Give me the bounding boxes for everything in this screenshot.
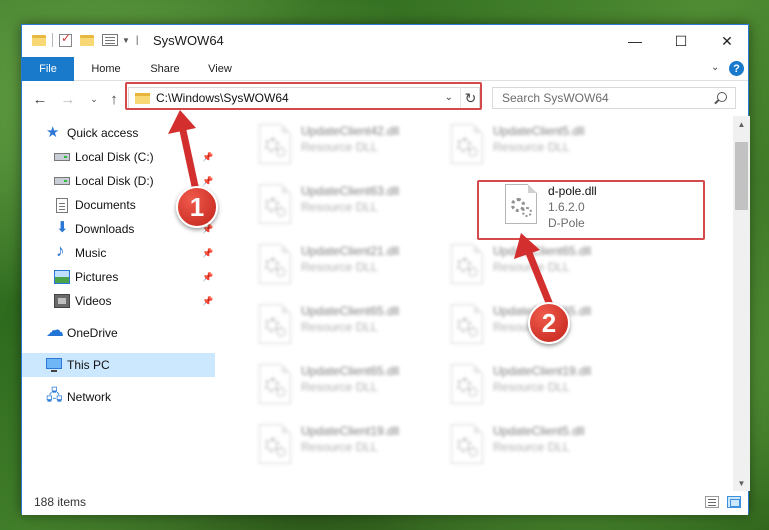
dll-file-icon: [451, 244, 483, 284]
customize-icon[interactable]: [102, 34, 118, 46]
videos-icon: [54, 294, 70, 308]
pin-icon[interactable]: 📌: [202, 296, 213, 307]
computer-icon: [46, 358, 62, 372]
file-item[interactable]: UpdateClient19.dll Resource DLL: [245, 416, 465, 472]
pictures-icon: [54, 270, 70, 284]
file-item[interactable]: UpdateClient63.dll Resource DLL: [245, 176, 465, 232]
dll-file-icon: [259, 424, 291, 464]
file-item[interactable]: UpdateClient65.dll Resource DLL: [245, 296, 465, 352]
step-badge-1: 1: [176, 186, 218, 228]
file-item[interactable]: UpdateClient5.dll Resource DLL: [437, 116, 657, 172]
sidebar-item-pictures[interactable]: Pictures 📌: [22, 265, 215, 289]
new-folder-icon[interactable]: [80, 34, 94, 46]
search-placeholder: Search SysWOW64: [502, 91, 609, 105]
quick-access-toolbar: ▼ |: [32, 31, 139, 47]
sidebar-item-label: Videos: [75, 294, 112, 308]
tab-view[interactable]: View: [196, 57, 244, 81]
star-icon: [46, 123, 62, 141]
scroll-down-icon[interactable]: ▼: [733, 475, 750, 491]
search-input[interactable]: Search SysWOW64: [492, 87, 736, 109]
separator-icon: |: [135, 34, 139, 46]
file-item[interactable]: UpdateClient19.dll Resource DLL: [437, 356, 657, 412]
forward-button[interactable]: →: [58, 88, 78, 110]
tab-share[interactable]: Share: [140, 57, 190, 81]
item-count: 188 items: [34, 495, 87, 509]
disk-icon: [54, 177, 70, 185]
large-icons-view-icon[interactable]: [727, 496, 741, 508]
expand-ribbon-icon[interactable]: ⌄: [711, 62, 719, 73]
file-item[interactable]: UpdateClient21.dll Resource DLL: [245, 236, 465, 292]
file-item[interactable]: UpdateClient65.dll Resource DLL: [437, 236, 657, 292]
status-bar: 188 items: [22, 491, 748, 515]
dll-file-icon: [259, 124, 291, 164]
dll-file-icon: [259, 364, 291, 404]
folder-icon: [32, 34, 46, 46]
pin-icon[interactable]: 📌: [202, 272, 213, 283]
dll-file-icon: [259, 244, 291, 284]
document-icon: [56, 198, 68, 213]
ribbon-tabs: File Home Share View ⌄ ?: [22, 57, 748, 81]
scroll-thumb[interactable]: [735, 142, 748, 210]
dll-file-icon: [259, 184, 291, 224]
chevron-down-icon[interactable]: ▼: [122, 36, 130, 45]
sidebar-item-label: OneDrive: [67, 326, 118, 340]
dll-file-icon: [451, 124, 483, 164]
search-icon[interactable]: [717, 92, 727, 102]
file-item[interactable]: UpdateClient5.dll Resource DLL: [437, 416, 657, 472]
file-highlight-box: [477, 180, 705, 240]
file-item[interactable]: UpdateClient65.dll Resource DLL: [245, 356, 465, 412]
divider: [52, 33, 53, 47]
sidebar-item-label: Pictures: [75, 270, 119, 284]
dll-file-icon: [259, 304, 291, 344]
sidebar-item-label: Quick access: [67, 126, 139, 140]
sidebar-item-label: Local Disk (D:): [75, 174, 154, 188]
network-icon: [46, 385, 63, 410]
sidebar-item-label: Music: [75, 246, 107, 260]
dll-file-icon: [451, 364, 483, 404]
cloud-icon: [46, 320, 64, 341]
details-view-icon[interactable]: [705, 496, 719, 508]
step-badge-2: 2: [528, 302, 570, 344]
sidebar-item-label: This PC: [67, 358, 110, 372]
disk-icon: [54, 153, 70, 161]
sidebar-item-videos[interactable]: Videos 📌: [22, 289, 215, 313]
sidebar-item-onedrive[interactable]: OneDrive: [22, 320, 215, 345]
sidebar-item-label: Downloads: [75, 222, 135, 236]
download-icon: [54, 218, 70, 236]
tab-file[interactable]: File: [22, 57, 74, 81]
pin-icon[interactable]: 📌: [202, 176, 213, 187]
help-icon[interactable]: ?: [729, 61, 744, 76]
pin-icon[interactable]: 📌: [202, 152, 213, 163]
navigation-pane: Quick access Local Disk (C:) 📌 Local Dis…: [22, 116, 215, 491]
sidebar-item-quick-access[interactable]: Quick access: [22, 121, 215, 145]
music-icon: [54, 241, 70, 261]
back-button[interactable]: ←: [30, 88, 50, 110]
minimize-button[interactable]: —: [612, 25, 658, 57]
dll-file-icon: [451, 424, 483, 464]
sidebar-item-local-disk-c[interactable]: Local Disk (C:) 📌: [22, 145, 215, 169]
up-button[interactable]: ↑: [104, 88, 124, 110]
sidebar-item-label: Network: [67, 390, 112, 404]
file-item[interactable]: UpdateClient42.dll Resource DLL: [245, 116, 465, 172]
file-list: UpdateClient42.dll Resource DLL UpdateCl…: [215, 116, 733, 491]
recent-locations-button[interactable]: ⌄: [84, 88, 104, 110]
sidebar-item-this-pc[interactable]: This PC: [22, 353, 215, 377]
pin-icon[interactable]: 📌: [202, 248, 213, 259]
maximize-button[interactable]: ☐: [658, 25, 704, 57]
tab-home[interactable]: Home: [80, 57, 132, 81]
window-title: SysWOW64: [153, 33, 224, 48]
title-bar: ▼ | SysWOW64 — ☐ ✕: [22, 25, 748, 57]
scroll-up-icon[interactable]: ▲: [733, 116, 750, 132]
properties-check-icon[interactable]: [59, 31, 72, 47]
address-highlight-box: [125, 82, 482, 110]
sidebar-item-music[interactable]: Music 📌: [22, 241, 215, 265]
dll-file-icon: [451, 304, 483, 344]
sidebar-item-label: Local Disk (C:): [75, 150, 154, 164]
vertical-scrollbar[interactable]: ▲ ▼: [733, 116, 750, 491]
sidebar-item-network[interactable]: Network: [22, 385, 215, 410]
sidebar-item-label: Documents: [75, 198, 136, 212]
close-button[interactable]: ✕: [704, 25, 750, 57]
